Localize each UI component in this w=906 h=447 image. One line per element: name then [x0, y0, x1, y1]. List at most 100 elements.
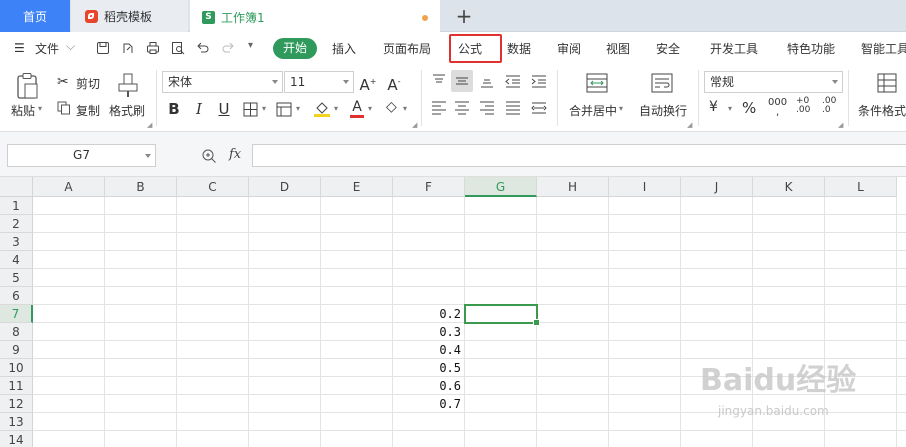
paste-dropdown-icon[interactable]: ▾	[38, 104, 42, 113]
column-header-i[interactable]: I	[609, 177, 681, 197]
thousands-separator-icon[interactable]: 000,	[768, 98, 787, 118]
increase-indent-icon[interactable]	[528, 70, 550, 92]
currency-icon[interactable]: ¥	[709, 99, 718, 115]
distributed-align-icon[interactable]	[528, 97, 550, 119]
select-all-corner[interactable]	[0, 177, 33, 197]
tab-home[interactable]: 首页	[0, 0, 70, 32]
menu-view[interactable]: 视图	[606, 40, 630, 57]
menu-start[interactable]: 开始	[273, 38, 317, 59]
save-icon[interactable]	[96, 41, 110, 55]
cell-style-dropdown-icon[interactable]: ▾	[296, 104, 300, 113]
menu-developer[interactable]: 开发工具	[710, 40, 758, 57]
redo-icon[interactable]	[221, 41, 235, 55]
increase-decimal-icon[interactable]: +0.00	[796, 97, 810, 115]
font-color-button[interactable]: A	[348, 97, 366, 117]
cell-f8[interactable]: 0.3	[393, 323, 461, 341]
number-launcher-icon[interactable]: ◢	[838, 121, 843, 129]
merge-center-dropdown-icon[interactable]: ▾	[619, 104, 623, 113]
percent-icon[interactable]: %	[742, 99, 756, 117]
row-header-10[interactable]: 10	[0, 359, 33, 377]
formula-input[interactable]	[252, 144, 906, 167]
fill-color-dropdown-icon[interactable]: ▾	[334, 104, 338, 113]
align-right-icon[interactable]	[476, 97, 498, 119]
row-header-14[interactable]: 14	[0, 431, 33, 447]
column-header-g[interactable]: G	[465, 177, 537, 197]
column-header-j[interactable]: J	[681, 177, 753, 197]
export-icon[interactable]	[121, 41, 135, 55]
decrease-indent-icon[interactable]	[502, 70, 524, 92]
font-launcher-icon[interactable]: ◢	[412, 121, 417, 129]
row-header-8[interactable]: 8	[0, 323, 33, 341]
align-top-icon[interactable]	[428, 70, 450, 92]
menu-file[interactable]: 文件	[35, 40, 59, 57]
undo-icon[interactable]	[196, 41, 210, 55]
justify-icon[interactable]	[502, 97, 524, 119]
cell-style-icon[interactable]	[276, 102, 292, 117]
row-header-7[interactable]: 7	[0, 305, 33, 323]
column-header-l[interactable]: L	[825, 177, 897, 197]
cell-f11[interactable]: 0.6	[393, 377, 461, 395]
borders-icon[interactable]	[243, 102, 258, 117]
row-header-13[interactable]: 13	[0, 413, 33, 431]
menu-insert[interactable]: 插入	[332, 40, 356, 57]
clear-format-dropdown-icon[interactable]: ▾	[403, 104, 407, 113]
column-header-h[interactable]: H	[537, 177, 609, 197]
fill-color-icon[interactable]	[313, 100, 331, 118]
zoom-search-icon[interactable]	[201, 148, 217, 164]
clear-format-icon[interactable]: ◇	[386, 99, 397, 115]
merge-center-button[interactable]: 合并居中	[569, 102, 617, 119]
decrease-decimal-icon[interactable]: .00.0	[822, 97, 836, 115]
font-name-select[interactable]: 宋体	[162, 71, 283, 93]
row-header-3[interactable]: 3	[0, 233, 33, 251]
currency-dropdown-icon[interactable]: ▾	[728, 104, 732, 113]
font-size-select[interactable]: 11	[284, 71, 354, 93]
row-header-11[interactable]: 11	[0, 377, 33, 395]
column-header-b[interactable]: B	[105, 177, 177, 197]
column-header-f[interactable]: F	[393, 177, 465, 197]
paste-button[interactable]: 粘贴	[11, 102, 35, 119]
new-tab-button[interactable]: +	[452, 0, 476, 32]
menu-special-features[interactable]: 特色功能	[787, 40, 835, 57]
name-box[interactable]: G7	[7, 144, 156, 167]
print-icon[interactable]	[146, 41, 160, 55]
row-header-1[interactable]: 1	[0, 197, 33, 215]
underline-button[interactable]: U	[215, 99, 233, 119]
column-header-e[interactable]: E	[321, 177, 393, 197]
chevron-down-icon[interactable]: ⌵	[66, 39, 75, 54]
menu-smart-tools[interactable]: 智能工具	[861, 40, 906, 57]
font-color-dropdown-icon[interactable]: ▾	[368, 104, 372, 113]
row-header-9[interactable]: 9	[0, 341, 33, 359]
format-painter-button[interactable]: 格式刷	[109, 102, 145, 119]
menu-data[interactable]: 数据	[507, 40, 531, 57]
paste-icon[interactable]	[16, 72, 40, 100]
cell-f7[interactable]: 0.2	[393, 305, 461, 323]
cell-f12[interactable]: 0.7	[393, 395, 461, 413]
copy-button[interactable]: 复制	[76, 102, 100, 119]
cut-button[interactable]: 剪切	[76, 75, 100, 92]
column-header-a[interactable]: A	[33, 177, 105, 197]
conditional-format-button[interactable]: 条件格式	[858, 102, 906, 119]
increase-font-size-button[interactable]: A+	[359, 72, 377, 94]
clipboard-launcher-icon[interactable]: ◢	[147, 121, 152, 129]
menu-review[interactable]: 审阅	[557, 40, 581, 57]
column-header-d[interactable]: D	[249, 177, 321, 197]
insert-function-button[interactable]: fx	[229, 147, 241, 162]
row-header-6[interactable]: 6	[0, 287, 33, 305]
cell-f10[interactable]: 0.5	[393, 359, 461, 377]
row-header-5[interactable]: 5	[0, 269, 33, 287]
align-center-icon[interactable]	[451, 97, 473, 119]
align-middle-icon[interactable]	[451, 70, 473, 92]
borders-dropdown-icon[interactable]: ▾	[262, 104, 266, 113]
column-header-k[interactable]: K	[753, 177, 825, 197]
hamburger-icon[interactable]: ☰	[14, 41, 25, 55]
align-bottom-icon[interactable]	[476, 70, 498, 92]
tab-templates[interactable]: 稻壳模板	[71, 0, 188, 32]
align-left-icon[interactable]	[428, 97, 450, 119]
row-header-4[interactable]: 4	[0, 251, 33, 269]
row-header-2[interactable]: 2	[0, 215, 33, 233]
menu-security[interactable]: 安全	[656, 40, 680, 57]
alignment-launcher-icon[interactable]: ◢	[687, 121, 692, 129]
bold-button[interactable]: B	[165, 99, 183, 119]
italic-button[interactable]: I	[190, 99, 208, 119]
wrap-text-button[interactable]: 自动换行	[639, 102, 687, 119]
